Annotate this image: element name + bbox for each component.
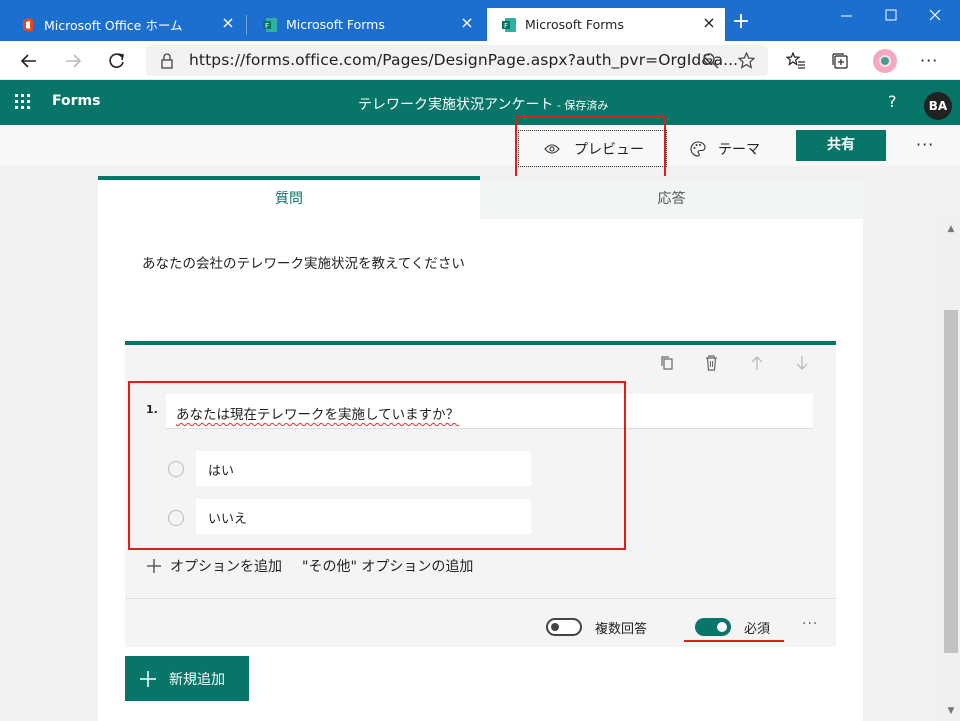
required-toggle[interactable]: [695, 618, 731, 636]
url-text: https://forms.office.com/Pages/DesignPag…: [189, 51, 739, 69]
forms-icon: F: [263, 17, 277, 32]
new-tab-icon[interactable]: +: [730, 11, 752, 34]
office-icon: [23, 17, 33, 32]
add-other-option-button[interactable]: "その他" オプションの追加: [302, 556, 473, 576]
add-option-label: オプションを追加: [170, 559, 282, 575]
palette-icon: [690, 140, 706, 157]
required-label: 必須: [744, 622, 771, 637]
browser-tab-forms-active[interactable]: F Microsoft Forms ×: [487, 8, 725, 41]
share-button[interactable]: 共有: [796, 130, 886, 161]
favorite-star-icon[interactable]: [738, 52, 755, 69]
copy-icon[interactable]: [660, 355, 674, 371]
browser-tab-forms[interactable]: F Microsoft Forms ×: [248, 8, 483, 41]
browser-toolbar: https://forms.office.com/Pages/DesignPag…: [0, 41, 960, 80]
app-name[interactable]: Forms: [52, 93, 100, 109]
svg-text:F: F: [504, 22, 508, 30]
question-more-icon[interactable]: ···: [802, 616, 818, 632]
profile-icon[interactable]: [873, 49, 897, 73]
address-bar[interactable]: https://forms.office.com/Pages/DesignPag…: [146, 45, 768, 76]
refresh-icon[interactable]: [105, 49, 129, 73]
scrollbar-thumb[interactable]: [944, 310, 958, 653]
document-title: テレワーク実施状況アンケート - 保存済み: [358, 94, 608, 114]
browser-tab-strip: Microsoft Office ホーム × F Microsoft Forms…: [0, 0, 960, 41]
browser-menu-icon[interactable]: ···: [920, 51, 938, 70]
close-tab-icon[interactable]: ×: [701, 15, 717, 31]
multiple-answers-label: 複数回答: [595, 622, 648, 637]
maximize-icon[interactable]: [880, 4, 902, 26]
forms-header: Forms テレワーク実施状況アンケート - 保存済み ? BA: [0, 80, 960, 125]
favorites-icon[interactable]: [786, 52, 806, 70]
collections-icon[interactable]: [831, 52, 849, 70]
tab-label: Microsoft Office ホーム: [44, 18, 183, 33]
document-title-text: テレワーク実施状況アンケート: [358, 97, 554, 113]
plus-icon: [147, 559, 161, 573]
theme-label: テーマ: [718, 141, 760, 158]
app-launcher-icon[interactable]: [15, 94, 30, 109]
more-options-icon[interactable]: ···: [916, 135, 934, 154]
close-tab-icon[interactable]: ×: [220, 15, 236, 31]
minimize-icon[interactable]: [836, 4, 858, 26]
help-icon[interactable]: ?: [888, 92, 897, 111]
lock-icon: [161, 53, 173, 69]
highlight-box-question: [128, 381, 626, 550]
forms-icon: F: [502, 17, 516, 32]
highlight-underline-required: [684, 640, 784, 642]
plus-icon: [140, 670, 156, 687]
forward-icon[interactable]: [61, 49, 85, 73]
tab-responses[interactable]: 応答: [480, 176, 863, 219]
scroll-down-icon[interactable]: ▼: [945, 706, 957, 716]
add-option-button[interactable]: オプションを追加: [146, 556, 282, 576]
add-new-label: 新規追加: [169, 671, 225, 688]
move-down-icon[interactable]: [795, 355, 809, 371]
form-description[interactable]: あなたの会社のテレワーク実施状況を教えてください: [142, 252, 465, 272]
save-status: - 保存済み: [553, 99, 609, 112]
delete-icon[interactable]: [705, 355, 718, 371]
avatar[interactable]: BA: [924, 92, 952, 120]
scroll-up-icon[interactable]: ▲: [945, 224, 957, 234]
tab-questions[interactable]: 質問: [98, 176, 480, 219]
zoom-icon[interactable]: [702, 52, 719, 69]
tab-label: Microsoft Forms: [525, 17, 624, 32]
tab-label: Microsoft Forms: [286, 17, 385, 32]
back-icon[interactable]: [17, 49, 41, 73]
svg-text:F: F: [265, 22, 269, 30]
add-new-button[interactable]: 新規追加: [125, 656, 249, 701]
question-footer-divider: [125, 598, 836, 599]
close-window-icon[interactable]: [924, 4, 946, 26]
browser-tab-office-home[interactable]: Microsoft Office ホーム ×: [6, 8, 244, 41]
close-tab-icon[interactable]: ×: [459, 15, 475, 31]
move-up-icon[interactable]: [750, 355, 764, 371]
theme-button[interactable]: テーマ: [690, 130, 760, 167]
highlight-box-preview: [515, 116, 666, 184]
multiple-answers-toggle[interactable]: [546, 618, 582, 636]
command-bar: プレビュー テーマ 共有 ···: [0, 125, 960, 167]
